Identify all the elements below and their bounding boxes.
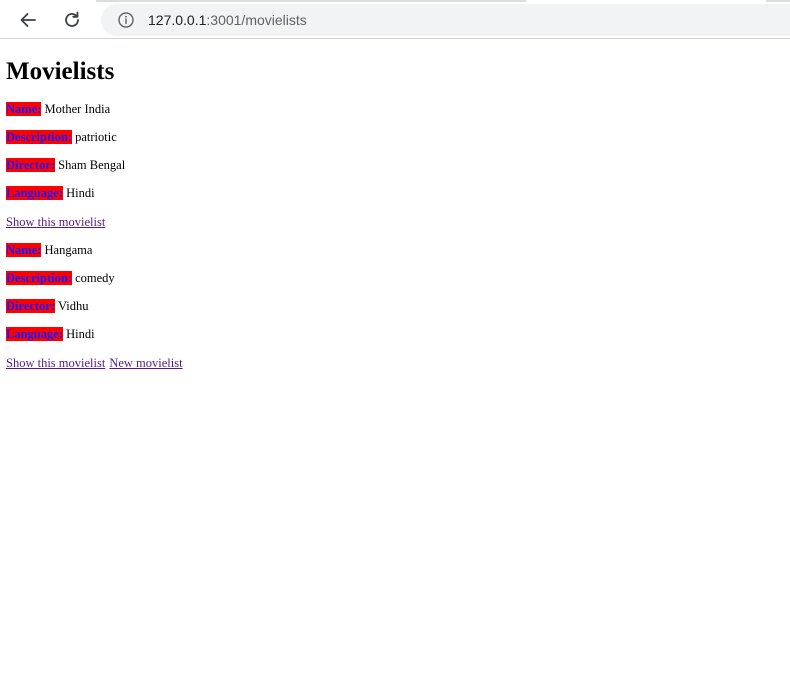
movie-director-field: Director: Vidhu xyxy=(6,298,784,314)
tab-strip-edge-right xyxy=(766,0,790,2)
show-movielist-link[interactable]: Show this movielist xyxy=(6,214,105,230)
movielist-item: Name: Mother India Description: patrioti… xyxy=(6,101,784,201)
movie-name-field: Name: Mother India xyxy=(6,101,784,117)
movie-language-value: Hindi xyxy=(66,327,95,341)
movie-description-value: patriotic xyxy=(75,130,117,144)
movielist-item: Name: Hangama Description: comedy Direct… xyxy=(6,242,784,342)
page-content: Movielists Name: Mother India Descriptio… xyxy=(0,57,790,383)
director-label: Director: xyxy=(6,158,56,172)
name-label: Name: xyxy=(6,243,42,257)
description-label: Description: xyxy=(6,271,72,285)
description-label: Description: xyxy=(6,130,72,144)
movie-director-value: Sham Bengal xyxy=(58,158,126,172)
site-info-icon[interactable] xyxy=(117,11,135,29)
language-label: Language: xyxy=(6,327,63,341)
reload-icon xyxy=(65,11,79,27)
movie-name-field: Name: Hangama xyxy=(6,242,784,258)
movie-language-field: Language: Hindi xyxy=(6,185,784,201)
url-host: 127.0.0.1 xyxy=(148,12,207,28)
page-title: Movielists xyxy=(6,58,115,85)
movie-language-field: Language: Hindi xyxy=(6,326,784,342)
name-label: Name: xyxy=(6,102,42,116)
address-bar[interactable]: 127.0.0.1:3001/movielists xyxy=(101,4,790,36)
director-label: Director: xyxy=(6,299,56,313)
movie-name-value: Mother India xyxy=(44,102,111,116)
movie-director-value: Vidhu xyxy=(57,299,89,313)
tab-strip-edge xyxy=(96,0,526,2)
new-movielist-link[interactable]: New movielist xyxy=(109,355,182,371)
language-label: Language: xyxy=(6,186,63,200)
movie-director-field: Director: Sham Bengal xyxy=(6,157,784,173)
url-path: :3001/movielists xyxy=(206,12,307,28)
browser-toolbar: 127.0.0.1:3001/movielists xyxy=(0,0,790,39)
movie-description-field: Description: comedy xyxy=(6,270,784,286)
movie-name-value: Hangama xyxy=(44,243,93,257)
arrow-left-icon xyxy=(20,13,36,27)
movie-language-value: Hindi xyxy=(66,186,95,200)
back-button[interactable] xyxy=(13,5,43,35)
reload-button[interactable] xyxy=(57,5,87,35)
url-text[interactable]: 127.0.0.1:3001/movielists xyxy=(148,12,307,28)
movie-description-value: comedy xyxy=(75,271,115,285)
show-movielist-link[interactable]: Show this movielist xyxy=(6,355,105,371)
movie-description-field: Description: patriotic xyxy=(6,129,784,145)
